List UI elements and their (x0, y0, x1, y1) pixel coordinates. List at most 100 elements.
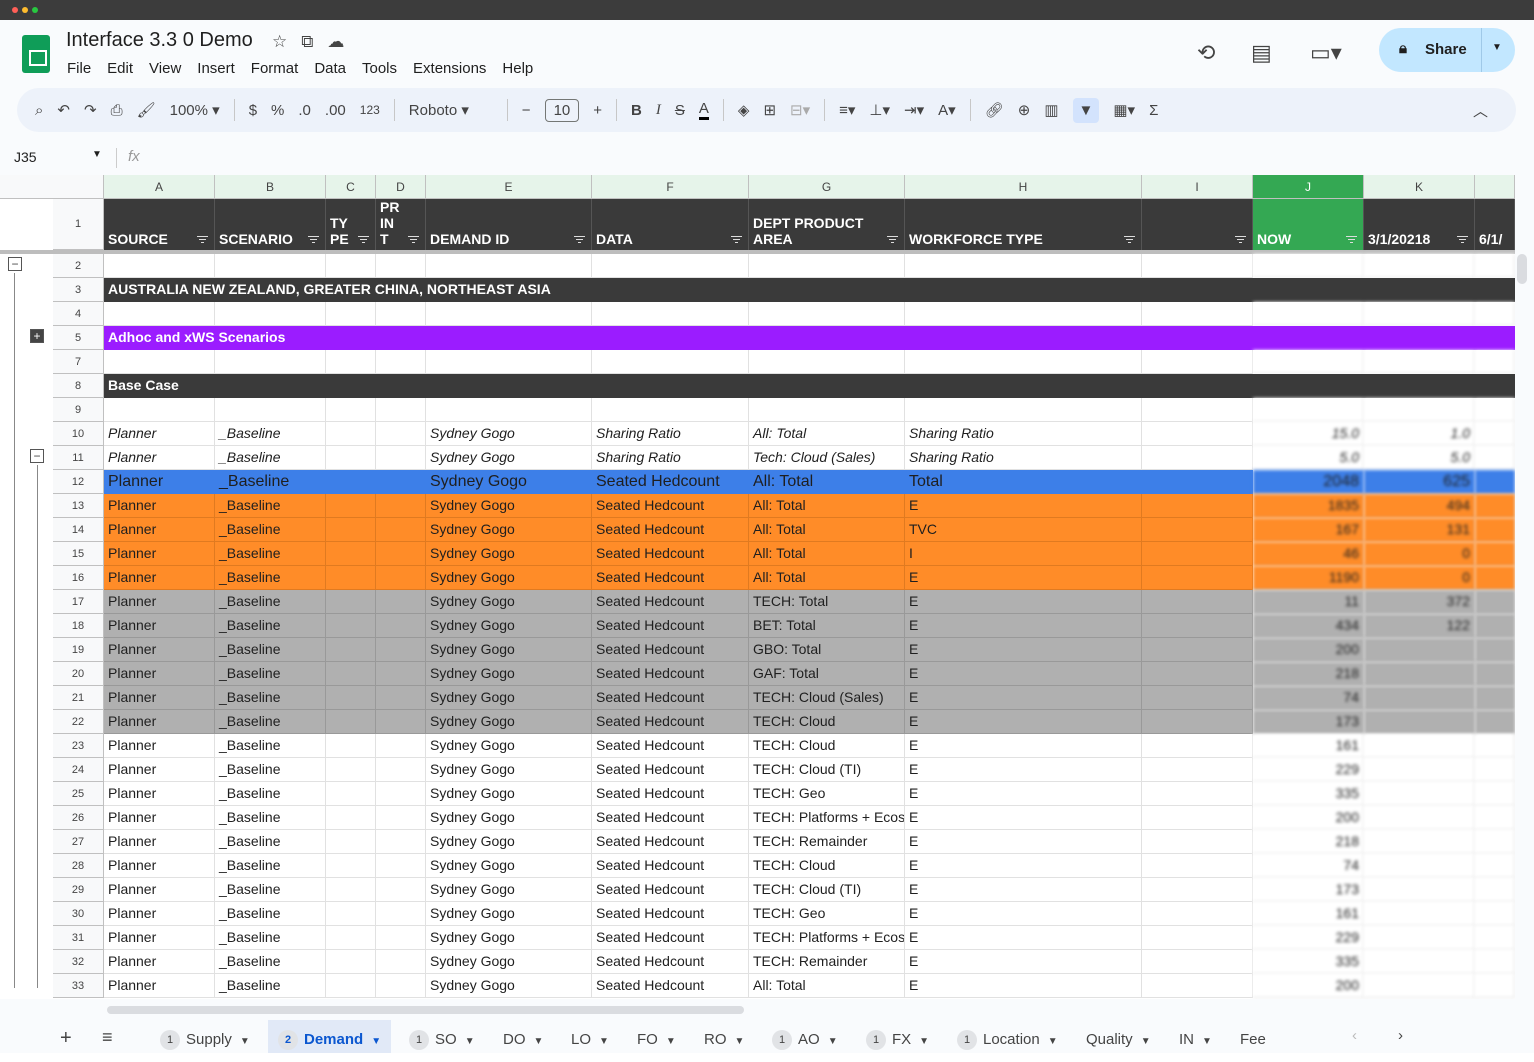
sheet-tab-demand[interactable]: 2 Demand ▼ (268, 1020, 392, 1053)
cell[interactable] (1364, 686, 1475, 710)
row-header[interactable]: 7 (53, 350, 104, 374)
cell[interactable] (1142, 446, 1253, 470)
cell[interactable]: Sydney Gogo (426, 878, 592, 902)
cell[interactable] (215, 350, 326, 374)
move-to-folder-icon[interactable]: ⧉ (301, 32, 327, 51)
row-header[interactable]: 11 (53, 446, 104, 470)
row-header[interactable]: 23 (53, 734, 104, 758)
sheet-tab-in[interactable]: IN ▼ (1169, 1020, 1222, 1053)
row-header[interactable]: 19 (53, 638, 104, 662)
menu-help[interactable]: Help (502, 60, 533, 77)
cell[interactable] (1364, 662, 1475, 686)
row-header[interactable]: 14 (53, 518, 104, 542)
cell[interactable] (1475, 830, 1515, 854)
cell[interactable] (376, 830, 426, 854)
cell[interactable]: TECH: Total (749, 590, 905, 614)
share-dropdown-icon[interactable]: ▼ (1492, 42, 1502, 53)
collapse-group-icon[interactable]: − (8, 257, 22, 271)
cell[interactable] (376, 614, 426, 638)
cell[interactable]: 229 (1253, 926, 1364, 950)
collapse-group-icon[interactable]: − (30, 449, 44, 463)
expand-group-icon[interactable]: + (30, 329, 44, 343)
cell[interactable] (1475, 398, 1515, 422)
cell[interactable]: _Baseline (215, 902, 326, 926)
cell[interactable] (1364, 734, 1475, 758)
cell[interactable] (1142, 854, 1253, 878)
cell[interactable]: 5.0 (1253, 446, 1364, 470)
cell[interactable]: GBO: Total (749, 638, 905, 662)
filter-icon[interactable] (1235, 236, 1246, 244)
cell[interactable]: 625 (1364, 470, 1475, 494)
cell[interactable]: _Baseline (215, 854, 326, 878)
cell[interactable]: TECH: Cloud (TI) (749, 878, 905, 902)
row-header[interactable]: 24 (53, 758, 104, 782)
cell[interactable] (1364, 758, 1475, 782)
header-cell[interactable] (1142, 199, 1253, 250)
cell[interactable]: Sydney Gogo (426, 614, 592, 638)
cell[interactable] (1142, 782, 1253, 806)
tab-menu-icon[interactable]: ▼ (534, 1036, 544, 1047)
cell[interactable]: I (905, 542, 1142, 566)
cell[interactable]: 200 (1253, 806, 1364, 830)
cell[interactable] (104, 302, 215, 326)
cell[interactable]: Sydney Gogo (426, 902, 592, 926)
cell[interactable]: _Baseline (215, 806, 326, 830)
cell[interactable]: Sydney Gogo (426, 806, 592, 830)
cell[interactable]: E (905, 734, 1142, 758)
tab-menu-icon[interactable]: ▼ (371, 1036, 381, 1047)
cell[interactable] (1475, 950, 1515, 974)
cell[interactable] (1142, 638, 1253, 662)
row-header[interactable]: 32 (53, 950, 104, 974)
tab-menu-icon[interactable]: ▼ (735, 1036, 745, 1047)
redo-icon[interactable]: ↷ (84, 101, 97, 119)
filter-icon[interactable] (1346, 236, 1357, 244)
cell[interactable]: _Baseline (215, 614, 326, 638)
tab-menu-icon[interactable]: ▼ (1202, 1036, 1212, 1047)
row-header[interactable]: 2 (53, 254, 104, 278)
cell[interactable]: Planner (104, 566, 215, 590)
cell[interactable] (1364, 350, 1475, 374)
header-cell[interactable]: PR IN T (376, 199, 426, 250)
cell[interactable]: Sharing Ratio (592, 446, 749, 470)
column-header-E[interactable]: E (426, 175, 592, 199)
cell[interactable]: Sharing Ratio (905, 422, 1142, 446)
cell[interactable]: All: Total (749, 494, 905, 518)
cell[interactable]: Sydney Gogo (426, 926, 592, 950)
row-header[interactable]: 20 (53, 662, 104, 686)
cell[interactable] (326, 494, 376, 518)
cell[interactable] (749, 398, 905, 422)
minimize-window-button[interactable] (22, 7, 28, 13)
cell[interactable] (905, 254, 1142, 278)
cell[interactable]: 15.0 (1253, 422, 1364, 446)
cell[interactable]: Sydney Gogo (426, 950, 592, 974)
row-header[interactable]: 13 (53, 494, 104, 518)
cell[interactable]: TECH: Cloud (Sales) (749, 686, 905, 710)
row-header[interactable]: 17 (53, 590, 104, 614)
cell[interactable] (326, 566, 376, 590)
cell[interactable]: Sydney Gogo (426, 758, 592, 782)
cell[interactable]: Planner (104, 878, 215, 902)
cell[interactable] (1142, 566, 1253, 590)
cell[interactable]: 229 (1253, 758, 1364, 782)
decrease-font-size-icon[interactable]: − (522, 102, 531, 119)
sheet-tab-ao[interactable]: 1 AO ▼ (762, 1020, 848, 1053)
cell[interactable] (1142, 710, 1253, 734)
cell[interactable]: _Baseline (215, 518, 326, 542)
row-header[interactable]: 31 (53, 926, 104, 950)
cell[interactable]: E (905, 950, 1142, 974)
cell[interactable] (1475, 302, 1515, 326)
cell[interactable] (1142, 950, 1253, 974)
section-banner[interactable]: AUSTRALIA NEW ZEALAND, GREATER CHINA, NO… (104, 278, 1515, 302)
header-cell[interactable]: SOURCE (104, 199, 215, 250)
cell[interactable]: 200 (1253, 638, 1364, 662)
cell[interactable]: Sydney Gogo (426, 662, 592, 686)
cell[interactable]: Sydney Gogo (426, 734, 592, 758)
cell[interactable]: 5.0 (1364, 446, 1475, 470)
row-header[interactable]: 33 (53, 974, 104, 998)
cell[interactable]: Sydney Gogo (426, 446, 592, 470)
cell[interactable] (326, 710, 376, 734)
cell[interactable]: Planner (104, 854, 215, 878)
column-header-G[interactable]: G (749, 175, 905, 199)
cell[interactable] (592, 254, 749, 278)
row-header[interactable]: 18 (53, 614, 104, 638)
